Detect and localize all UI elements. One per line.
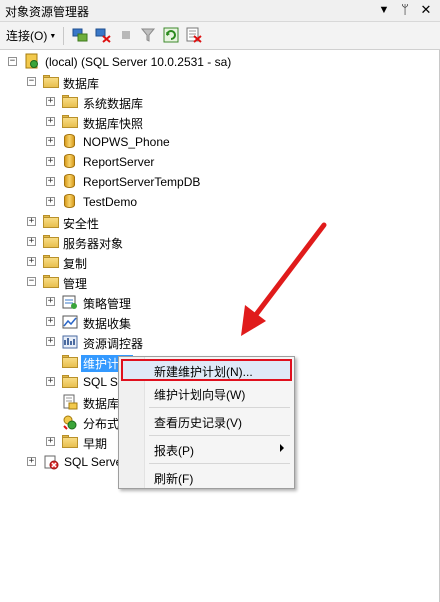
expand-icon[interactable]: + [46, 377, 55, 386]
panel-title: 对象资源管理器 [5, 5, 90, 19]
tree-node-label: (local) (SQL Server 10.0.2531 - sa) [45, 55, 232, 69]
folder-icon [62, 375, 78, 388]
database-icon [64, 154, 75, 168]
menu-item-reports[interactable]: 报表(P) [121, 438, 292, 460]
tree-node-label: 分布式 [83, 417, 120, 431]
folder-icon [43, 235, 59, 248]
tree-node-label: 系统数据库 [83, 97, 144, 111]
tree-node-label: 早期 [83, 437, 108, 451]
tree-node-label: SQL S [83, 375, 118, 389]
sync-icon[interactable] [186, 27, 202, 43]
dropdown-arrow-icon[interactable]: ▼ [376, 2, 392, 18]
database-icon [64, 194, 75, 208]
menu-item-label: 新建维护计划(N)... [154, 365, 253, 379]
menu-item-label: 查看历史记录(V) [154, 416, 242, 430]
tree-node-label: 数据库 [63, 77, 100, 91]
collapse-icon[interactable]: − [8, 57, 17, 66]
submenu-arrow-icon [280, 444, 284, 452]
expand-icon[interactable]: + [46, 297, 55, 306]
expand-icon[interactable]: + [27, 217, 36, 226]
expand-icon[interactable]: + [46, 437, 55, 446]
expand-icon[interactable]: + [46, 97, 55, 106]
expand-icon[interactable]: + [27, 237, 36, 246]
refresh-icon[interactable] [163, 27, 179, 43]
tree-node-label: 数据库 [83, 397, 120, 411]
tree-node-label: 安全性 [63, 217, 100, 231]
menu-item-view-history[interactable]: 查看历史记录(V) [121, 410, 292, 432]
toolbar-separator [63, 27, 64, 45]
menu-item-maintenance-plan-wizard[interactable]: 维护计划向导(W) [121, 382, 292, 404]
tree-node-label: 资源调控器 [83, 337, 144, 351]
tree-node-label: SQL Serve [64, 455, 123, 469]
folder-icon [43, 275, 59, 288]
expand-icon[interactable]: + [46, 337, 55, 346]
pin-icon[interactable]: ᛘ [397, 2, 413, 18]
database-icon [64, 174, 75, 188]
tree-node-label: ReportServer [83, 155, 155, 169]
database-icon [64, 134, 75, 148]
folder-icon [62, 355, 78, 368]
tree-node-label: 数据收集 [83, 317, 132, 331]
folder-icon [43, 215, 59, 228]
expand-icon[interactable]: + [46, 197, 55, 206]
expand-icon[interactable]: + [46, 117, 55, 126]
connect-button[interactable]: 连接(O) ▼ [6, 27, 56, 44]
expand-icon[interactable]: + [46, 177, 55, 186]
tree-node-label: 管理 [63, 277, 88, 291]
folder-icon [62, 115, 78, 128]
expand-icon[interactable]: + [46, 137, 55, 146]
menu-item-refresh[interactable]: 刷新(F) [121, 466, 292, 488]
tree-node-label: 策略管理 [83, 297, 132, 311]
database-mail-icon [63, 394, 78, 410]
folder-icon [62, 95, 78, 108]
connect-icon[interactable] [72, 27, 88, 43]
collapse-icon[interactable]: − [27, 77, 36, 86]
tree-node-label: NOPWS_Phone [83, 135, 170, 149]
close-icon[interactable]: ✕ [418, 2, 434, 18]
tree-node-label: ReportServerTempDB [83, 175, 201, 189]
server-icon [25, 53, 38, 69]
filter-icon[interactable] [140, 27, 156, 43]
menu-item-new-maintenance-plan[interactable]: 新建维护计划(N)... [121, 359, 292, 381]
tree-node-label: 数据库快照 [83, 117, 144, 131]
expand-icon[interactable]: + [46, 317, 55, 326]
chart-icon [62, 315, 78, 329]
collapse-icon[interactable]: − [27, 277, 36, 286]
folder-icon [43, 75, 59, 88]
folder-icon [43, 255, 59, 268]
menu-separator [149, 407, 290, 408]
disconnect-icon[interactable] [95, 27, 111, 43]
menu-item-label: 维护计划向导(W) [154, 388, 246, 402]
tree-node-label: TestDemo [83, 195, 138, 209]
menu-separator [149, 435, 290, 436]
menu-item-label: 刷新(F) [154, 472, 194, 486]
expand-icon[interactable]: + [27, 257, 36, 266]
sql-agent-icon [44, 455, 59, 470]
expand-icon[interactable]: + [27, 457, 36, 466]
panel-title-bar: 对象资源管理器 ▼ ᛘ ✕ [0, 0, 440, 22]
folder-icon [62, 435, 78, 448]
toolbar: 连接(O) ▼ [0, 22, 440, 50]
resource-governor-icon [62, 335, 78, 349]
context-menu: 新建维护计划(N)... 维护计划向导(W) 查看历史记录(V) 报表(P) 刷… [118, 356, 295, 489]
tree-node-label: 服务器对象 [63, 237, 124, 251]
policy-icon [62, 295, 77, 309]
stop-icon[interactable] [118, 27, 134, 43]
menu-item-label: 报表(P) [154, 444, 194, 458]
distributed-transaction-icon [63, 415, 77, 430]
menu-separator [149, 463, 290, 464]
connect-button-label: 连接(O) [6, 29, 48, 43]
tree-node-label: 复制 [63, 257, 88, 271]
expand-icon[interactable]: + [46, 157, 55, 166]
